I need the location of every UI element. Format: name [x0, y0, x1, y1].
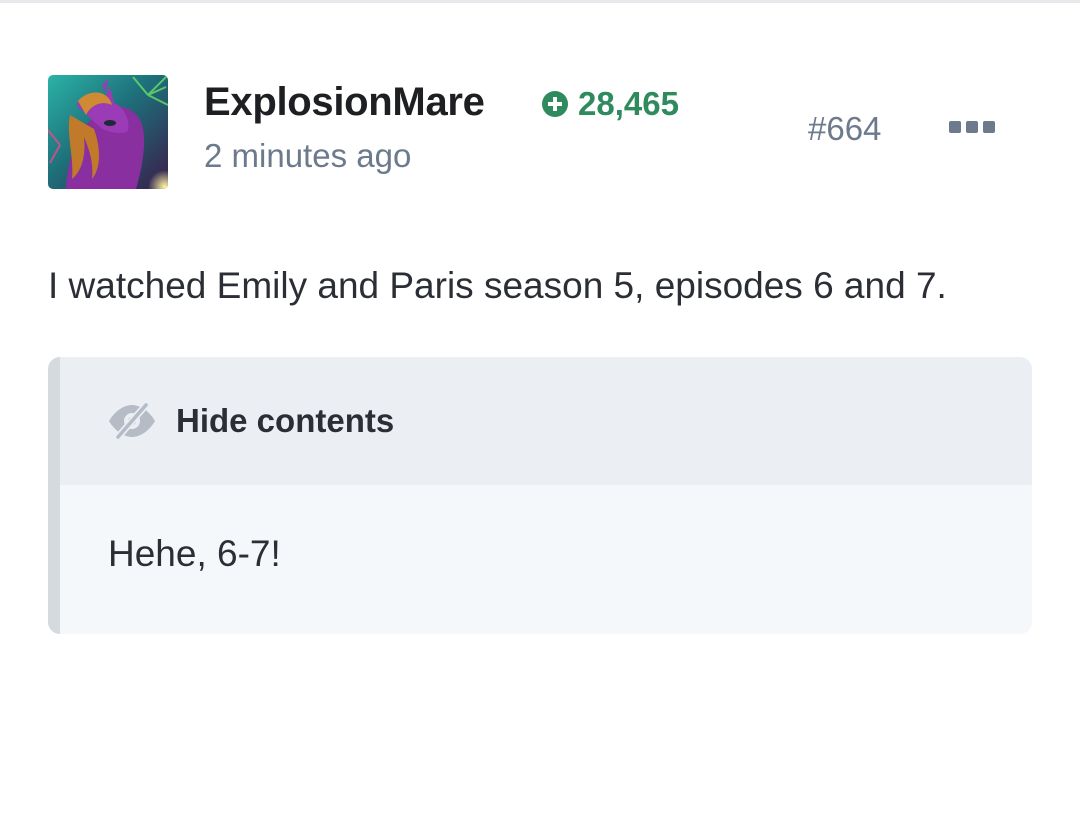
more-dots-icon	[983, 121, 995, 133]
avatar[interactable]	[48, 75, 168, 189]
username[interactable]: ExplosionMare	[204, 78, 485, 126]
more-dots-icon	[966, 121, 978, 133]
more-dots-icon	[949, 121, 961, 133]
pony-avatar-image	[48, 75, 168, 189]
reputation-count: 28,465	[578, 85, 679, 122]
more-options-button[interactable]	[944, 116, 1000, 138]
post-timestamp[interactable]: 2 minutes ago	[204, 136, 411, 176]
spoiler-accent-bar	[48, 357, 60, 634]
forum-post: ExplosionMare 28,465 2 minutes ago #664 …	[0, 0, 1080, 818]
hide-contents-toggle[interactable]: Hide contents	[60, 357, 1032, 485]
reputation-badge: 28,465	[540, 84, 679, 124]
plus-circle-icon	[540, 89, 570, 119]
post-number-link[interactable]: #664	[808, 109, 881, 149]
eye-slash-icon	[106, 401, 158, 441]
post-body: I watched Emily and Paris season 5, epis…	[48, 265, 947, 306]
spoiler-block: Hide contents Hehe, 6-7!	[48, 357, 1032, 634]
spoiler-content: Hehe, 6-7!	[108, 533, 281, 574]
hide-contents-label: Hide contents	[176, 402, 395, 439]
